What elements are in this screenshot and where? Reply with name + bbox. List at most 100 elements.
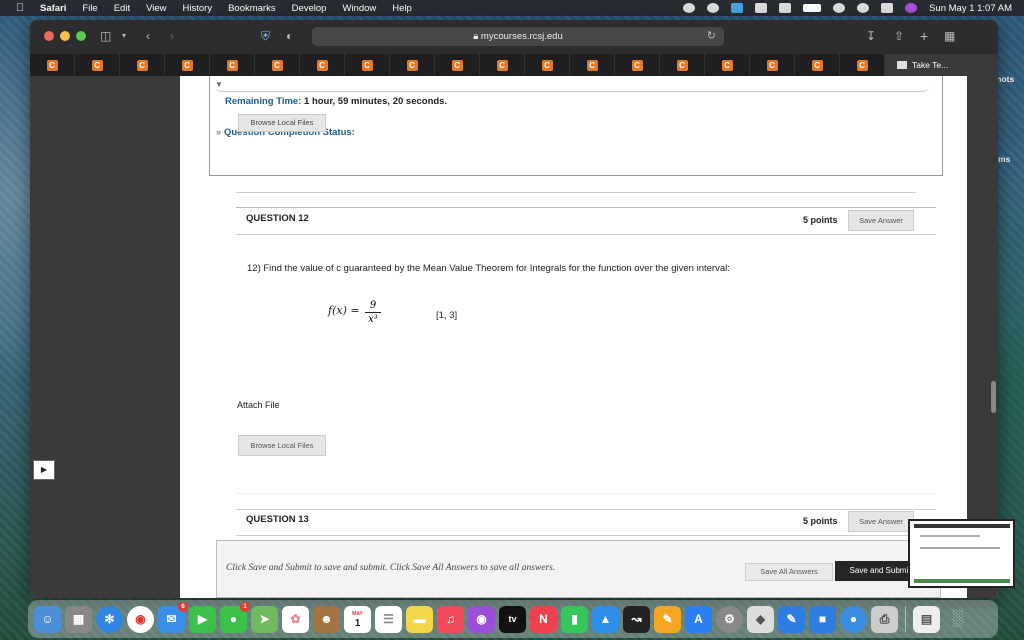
menu-clock[interactable]: Sun May 1 1:07 AM — [929, 3, 1012, 14]
mail-icon[interactable]: ✉ 6 — [158, 601, 188, 633]
tab[interactable]: C — [480, 54, 525, 76]
tv-icon[interactable]: tv — [499, 605, 526, 633]
forward-icon[interactable]: › — [170, 29, 174, 43]
tab[interactable]: C — [75, 54, 120, 76]
preview-icon[interactable]: ◆ — [747, 605, 774, 633]
launchpad-icon[interactable]: ▦ — [65, 605, 92, 633]
spotlight-icon[interactable] — [857, 3, 870, 13]
close-window-button[interactable] — [44, 31, 54, 41]
course-favicon-icon: C — [136, 59, 148, 71]
menu-window[interactable]: Window — [342, 3, 376, 14]
play-icon[interactable]: ▶ — [33, 460, 55, 480]
active-tab[interactable]: Take Te... — [885, 54, 998, 76]
keynote-icon[interactable]: ▲ — [592, 605, 619, 633]
tab[interactable]: C — [345, 54, 390, 76]
browse-local-files-button[interactable]: Browse Local Files — [238, 435, 326, 456]
tab[interactable]: C — [615, 54, 660, 76]
tab[interactable]: C — [660, 54, 705, 76]
podcasts-icon[interactable]: ◉ — [468, 605, 495, 633]
finder-icon[interactable]: ☺ — [34, 605, 61, 633]
battery-icon[interactable] — [803, 4, 822, 12]
tab[interactable]: C — [300, 54, 345, 76]
music-icon[interactable]: ♫ — [437, 605, 464, 633]
save-answer-button[interactable]: Save Answer — [848, 210, 914, 231]
share-icon[interactable]: ⇧ — [894, 29, 904, 43]
grammarly-icon[interactable] — [731, 3, 744, 13]
apple-menu-icon[interactable]:  — [14, 2, 26, 14]
function-fraction: 9 x³ — [365, 300, 381, 325]
menu-bookmarks[interactable]: Bookmarks — [228, 3, 276, 14]
tab[interactable]: C — [210, 54, 255, 76]
reload-icon[interactable]: ↻ — [707, 27, 716, 46]
back-icon[interactable]: ‹ — [146, 29, 150, 43]
notes-icon[interactable]: ▬ — [406, 605, 433, 633]
vpn-icon[interactable] — [683, 3, 696, 13]
tab[interactable]: C — [165, 54, 210, 76]
xcode-icon[interactable]: ✎ — [778, 605, 805, 633]
menu-app-name[interactable]: Safari — [40, 3, 66, 14]
stocks-icon[interactable]: ↝ — [623, 605, 650, 633]
wifi-icon[interactable] — [833, 3, 846, 13]
chevron-down-icon[interactable]: ▾ — [122, 29, 126, 43]
safari-icon[interactable]: ✻ — [96, 605, 123, 633]
siri-icon[interactable] — [905, 3, 918, 13]
pages-icon[interactable]: ✎ — [654, 605, 681, 633]
save-all-answers-button[interactable]: Save All Answers — [745, 563, 833, 581]
tab[interactable]: C — [30, 54, 75, 76]
system-preferences-icon[interactable]: ⚙ — [716, 605, 743, 633]
control-center-icon[interactable] — [881, 3, 894, 13]
trash-icon[interactable]: ░ — [944, 606, 971, 633]
photos-icon[interactable]: ✿ — [282, 605, 309, 633]
menu-file[interactable]: File — [82, 3, 97, 14]
tab[interactable]: C — [570, 54, 615, 76]
bluetooth-icon[interactable] — [779, 3, 792, 13]
shield-icon[interactable]: ⛨ — [261, 29, 270, 43]
app-store-icon[interactable]: A — [685, 605, 712, 633]
contacts-icon[interactable]: ☻ — [313, 605, 340, 633]
chrome-icon[interactable]: ◉ — [127, 605, 154, 633]
sidebar-icon[interactable]: ◫ — [100, 29, 111, 43]
minimize-window-button[interactable] — [60, 31, 70, 41]
privacy-icon[interactable]: ◐ — [286, 29, 293, 43]
tab-overview-icon[interactable]: ▦ — [944, 29, 955, 43]
tab[interactable]: C — [840, 54, 885, 76]
maps-icon[interactable]: ➤ — [251, 605, 278, 633]
test-status-panel: ▼ Remaining Time: 1 hour, 59 minutes, 20… — [209, 76, 943, 176]
page-scrollbar[interactable] — [991, 381, 996, 413]
menu-view[interactable]: View — [146, 3, 166, 14]
menu-help[interactable]: Help — [392, 3, 412, 14]
browse-local-files-overlay-button[interactable]: Browse Local Files — [238, 114, 326, 132]
tab[interactable]: C — [525, 54, 570, 76]
tab[interactable]: C — [435, 54, 480, 76]
attach-file-label: Attach File — [237, 400, 280, 410]
new-tab-icon[interactable]: + — [920, 29, 928, 43]
tab[interactable]: C — [750, 54, 795, 76]
keyboard-icon[interactable] — [755, 3, 768, 13]
download-icon[interactable]: ↧ — [866, 29, 876, 43]
tab[interactable]: C — [390, 54, 435, 76]
course-favicon-icon: C — [811, 59, 823, 71]
menu-develop[interactable]: Develop — [292, 3, 327, 14]
menu-history[interactable]: History — [183, 3, 213, 14]
tab[interactable]: C — [120, 54, 165, 76]
numbers-icon[interactable]: ▮ — [561, 605, 588, 633]
calendar-icon[interactable]: MAY 1 — [344, 605, 371, 633]
accessibility-icon[interactable] — [707, 3, 720, 13]
printer-icon[interactable]: ⎙ — [871, 605, 898, 633]
news-icon[interactable]: N — [530, 605, 557, 633]
save-answer-button[interactable]: Save Answer — [848, 511, 914, 532]
menu-edit[interactable]: Edit — [114, 3, 130, 14]
collapse-caret-icon[interactable]: ▼ — [215, 80, 223, 89]
zoom-window-button[interactable] — [76, 31, 86, 41]
zoom-icon[interactable]: ■ — [809, 605, 836, 633]
reminders-icon[interactable]: ☰ — [375, 605, 402, 633]
tab[interactable]: C — [705, 54, 750, 76]
recent-window-icon[interactable]: ▤ — [913, 605, 940, 633]
tab[interactable]: C — [255, 54, 300, 76]
address-bar[interactable]: 🔒︎ mycourses.rcsj.edu ↻ — [312, 27, 724, 46]
messages-icon[interactable]: ● 1 — [220, 601, 250, 633]
screenshot-thumbnail[interactable] — [908, 519, 1015, 588]
facetime-icon[interactable]: ▶ — [189, 605, 216, 633]
tab[interactable]: C — [795, 54, 840, 76]
network-icon[interactable]: ● — [840, 605, 867, 633]
